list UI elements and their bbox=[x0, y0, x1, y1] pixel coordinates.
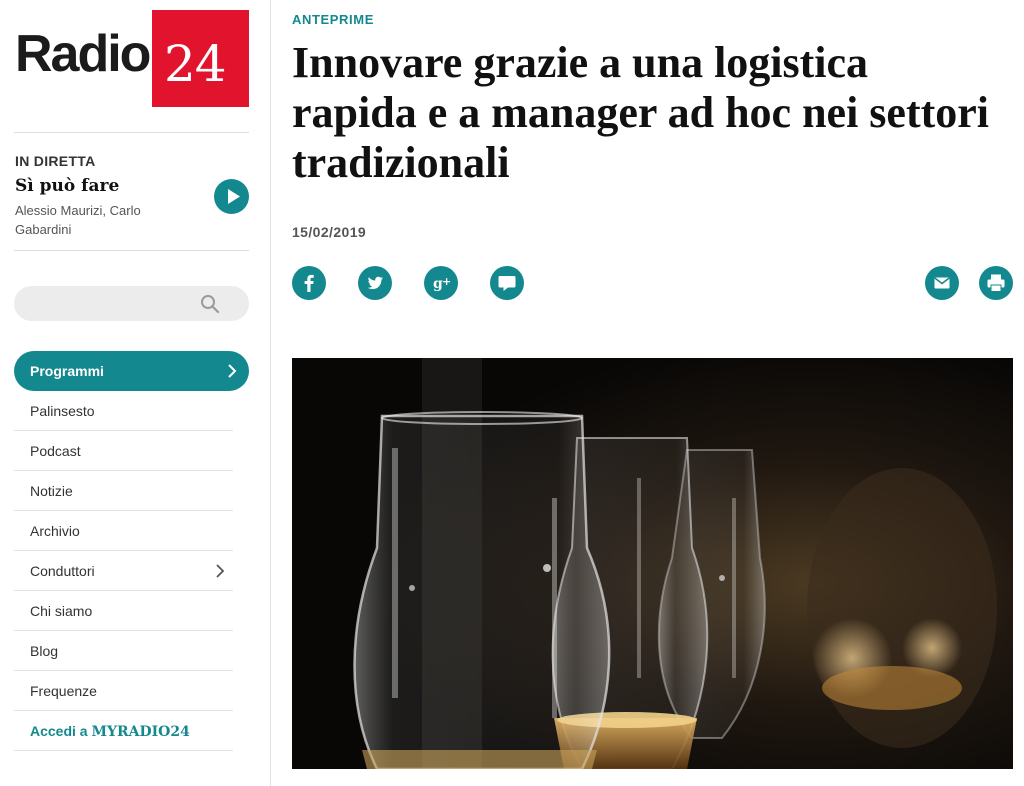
nav-item-programmi[interactable]: Programmi bbox=[14, 351, 249, 391]
live-show-title[interactable]: Sì può fare bbox=[15, 176, 119, 196]
print-icon bbox=[987, 274, 1005, 292]
nav-item-label: Frequenze bbox=[30, 683, 97, 699]
main-nav: Programmi Palinsesto Podcast Notizie Arc… bbox=[14, 351, 249, 751]
play-icon bbox=[228, 189, 240, 204]
live-hosts: Alessio Maurizi, Carlo Gabardini bbox=[15, 203, 141, 237]
section-kicker[interactable]: ANTEPRIME bbox=[292, 12, 374, 27]
google-plus-share-button[interactable]: g + bbox=[424, 266, 458, 300]
article-date: 15/02/2019 bbox=[292, 224, 367, 240]
nav-item-conduttori[interactable]: Conduttori bbox=[14, 551, 233, 591]
search-input[interactable] bbox=[28, 293, 202, 315]
nav-item-label: Conduttori bbox=[30, 563, 95, 579]
facebook-icon bbox=[304, 274, 314, 292]
divider bbox=[14, 132, 249, 133]
nav-item-label: Notizie bbox=[30, 483, 73, 499]
radio24-logo[interactable]: Radio 24 bbox=[14, 10, 250, 108]
nav-item-blog[interactable]: Blog bbox=[14, 631, 233, 671]
nav-item-label: Programmi bbox=[30, 363, 104, 379]
nav-item-label: Palinsesto bbox=[30, 403, 95, 419]
logo-wordmark: Radio bbox=[15, 25, 151, 83]
login-myradio24-link[interactable]: Accedi a MYRADIO24 bbox=[14, 711, 233, 751]
logo-number: 24 bbox=[164, 35, 227, 93]
login-prefix: Accedi a bbox=[30, 723, 92, 739]
chevron-right-icon bbox=[216, 564, 225, 578]
facebook-share-button[interactable] bbox=[292, 266, 326, 300]
nav-item-palinsesto[interactable]: Palinsesto bbox=[14, 391, 233, 431]
nav-item-archivio[interactable]: Archivio bbox=[14, 511, 233, 551]
nav-item-frequenze[interactable]: Frequenze bbox=[14, 671, 233, 711]
nav-item-label: Blog bbox=[30, 643, 59, 659]
live-label: IN DIRETTA bbox=[15, 153, 96, 169]
twitter-icon bbox=[367, 276, 383, 290]
article-headline: Innovare grazie a una logistica rapida e… bbox=[292, 38, 990, 187]
nav-item-chi-siamo[interactable]: Chi siamo bbox=[14, 591, 233, 631]
nav-item-podcast[interactable]: Podcast bbox=[14, 431, 233, 471]
twitter-share-button[interactable] bbox=[358, 266, 392, 300]
email-share-button[interactable] bbox=[925, 266, 959, 300]
email-icon bbox=[934, 277, 950, 289]
search-bar bbox=[14, 286, 249, 321]
svg-text:+: + bbox=[442, 275, 451, 288]
chevron-right-icon bbox=[228, 364, 237, 378]
print-button[interactable] bbox=[979, 266, 1013, 300]
divider bbox=[14, 250, 249, 251]
search-icon[interactable] bbox=[200, 294, 220, 319]
comment-icon bbox=[498, 276, 516, 291]
google-plus-icon: g + bbox=[433, 275, 451, 292]
nav-item-label: Archivio bbox=[30, 523, 80, 539]
myradio24-brand: MYRADIO24 bbox=[91, 724, 190, 740]
nav-item-notizie[interactable]: Notizie bbox=[14, 471, 233, 511]
nav-item-label: Podcast bbox=[30, 443, 81, 459]
play-button[interactable] bbox=[214, 179, 249, 214]
sidebar: Radio 24 IN DIRETTA Sì può fare Alessio … bbox=[0, 0, 271, 786]
nav-item-label: Chi siamo bbox=[30, 603, 93, 619]
wine-glasses-image bbox=[292, 358, 1013, 769]
comment-button[interactable] bbox=[490, 266, 524, 300]
article-photo bbox=[292, 358, 1013, 769]
